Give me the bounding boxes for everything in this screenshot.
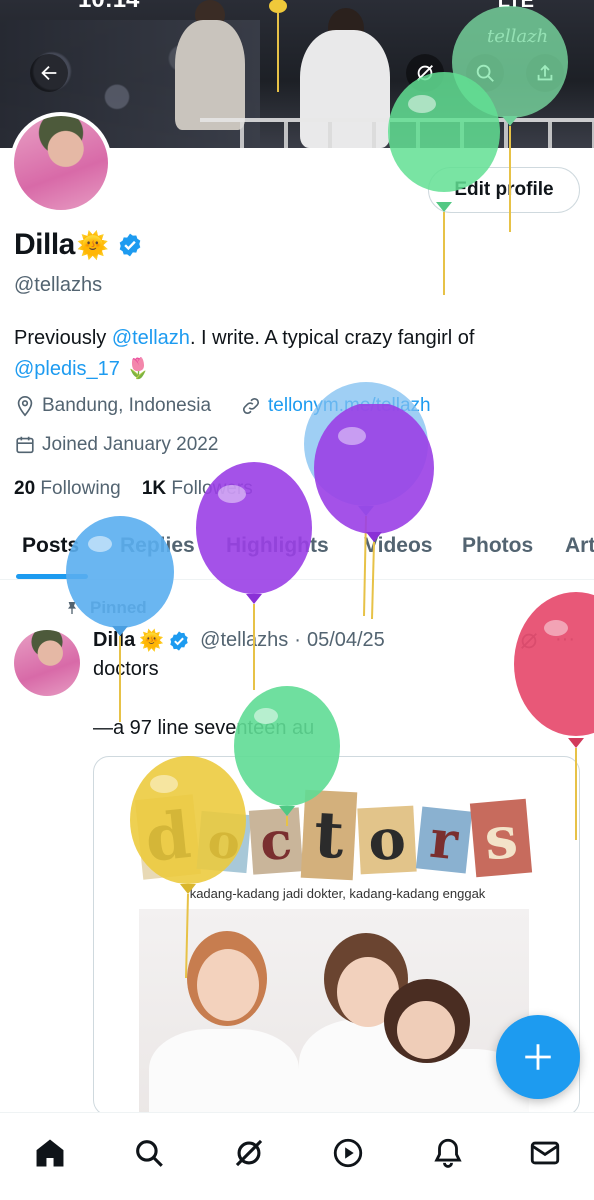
- profile-bio: Previously @tellazh. I write. A typical …: [14, 323, 574, 385]
- grok-icon: [235, 1139, 263, 1167]
- sun-emoji: 🌞: [76, 229, 110, 260]
- bio-text: . I write. A typical crazy fangirl of: [189, 327, 475, 349]
- nav-home[interactable]: [30, 1133, 70, 1173]
- collage-letter: o: [357, 805, 417, 875]
- nav-video[interactable]: [328, 1133, 368, 1173]
- pin-icon: [68, 602, 76, 614]
- notifications-icon: [434, 1138, 462, 1168]
- collage-letter: t: [300, 789, 358, 881]
- grok-button[interactable]: [406, 54, 444, 92]
- share-icon: [537, 64, 553, 81]
- following-label: Following: [40, 478, 121, 499]
- location-text: Bandung, Indonesia: [42, 395, 212, 416]
- post-text: —a 97 line seventeen au: [93, 717, 315, 739]
- followers-label: Followers: [171, 478, 253, 499]
- profile-name-row: Dilla 🌞: [14, 228, 143, 262]
- post-author-emoji: 🌞: [139, 630, 165, 652]
- profile-handle: @tellazhs: [14, 274, 103, 296]
- website-link[interactable]: tellonym.me/tellazh: [268, 395, 431, 417]
- tab-replies[interactable]: Replies: [120, 534, 195, 558]
- location-pin-icon: [17, 396, 33, 417]
- bio-text: Previously: [14, 327, 112, 349]
- post-author-handle: @tellazhs: [200, 629, 289, 651]
- pinned-indicator: Pinned: [64, 598, 147, 618]
- collage-letter: d: [134, 794, 202, 880]
- grok-icon: [417, 65, 433, 81]
- tab-highlights[interactable]: Highlights: [226, 534, 329, 558]
- photo-person-face: [197, 949, 259, 1021]
- profile-joined: Joined January 2022: [14, 434, 218, 456]
- verified-badge-icon[interactable]: [117, 232, 143, 258]
- nav-grok[interactable]: [229, 1133, 269, 1173]
- share-button[interactable]: [526, 54, 564, 92]
- plus-icon: [525, 1044, 551, 1070]
- followers-count: 1K: [141, 478, 167, 499]
- status-network: LTE: [497, 0, 534, 12]
- verified-badge-icon: [170, 630, 188, 651]
- home-icon: [36, 1139, 64, 1167]
- post-avatar[interactable]: [14, 630, 80, 696]
- pinned-label: Pinned: [90, 598, 147, 617]
- banner-person: [175, 20, 245, 130]
- post-author-name[interactable]: Dilla: [93, 629, 135, 652]
- tab-posts[interactable]: Posts: [22, 534, 79, 558]
- post-date[interactable]: 05/04/25: [307, 629, 385, 652]
- collage-letter: c: [248, 807, 304, 875]
- tab-art[interactable]: Art: [565, 534, 594, 558]
- tab-photos[interactable]: Photos: [462, 534, 533, 558]
- nav-notifications[interactable]: [428, 1133, 468, 1173]
- video-icon: [333, 1138, 363, 1168]
- profile-location: Bandung, Indonesia: [14, 395, 211, 417]
- banner-watermark: tellazh: [487, 26, 549, 47]
- messages-icon: [530, 1141, 560, 1165]
- edit-profile-button[interactable]: Edit profile: [428, 167, 580, 213]
- bio-mention-link[interactable]: @tellazh: [112, 327, 190, 349]
- following-count: 20: [14, 478, 36, 499]
- media-photo: [139, 909, 529, 1115]
- post-text: doctors: [93, 658, 159, 680]
- bottom-navigation: [0, 1112, 594, 1200]
- balloon-purple-icon: [314, 404, 434, 620]
- media-tagline: kadang-kadang jadi dokter, kadang-kadang…: [189, 886, 486, 901]
- nav-search[interactable]: [129, 1133, 169, 1173]
- post-header: Dilla 🌞 @tellazhs · 05/04/25: [93, 628, 385, 653]
- arrow-left-icon: [41, 65, 57, 81]
- collage-letter: s: [469, 798, 533, 878]
- follow-stats: 20 Following 1K Followers: [14, 478, 253, 500]
- post-separator: ·: [294, 629, 301, 651]
- status-time: 10:14: [78, 0, 139, 14]
- nav-messages[interactable]: [525, 1133, 565, 1173]
- profile-name: Dilla: [14, 228, 75, 261]
- bio-emoji: 🌷: [125, 358, 151, 380]
- collage-letter: o: [196, 810, 252, 874]
- collage-letter: r: [415, 806, 473, 874]
- banner-rail: [200, 118, 594, 148]
- calendar-icon: [16, 436, 34, 454]
- photo-person-body: [149, 1029, 299, 1115]
- compose-button[interactable]: [496, 1015, 580, 1099]
- following-link[interactable]: 20 Following: [14, 478, 121, 499]
- bio-mention-link[interactable]: @pledis_17: [14, 358, 120, 380]
- media-title-collage: d o c t o r s: [134, 787, 539, 887]
- photo-person-face: [397, 1001, 455, 1059]
- profile-tabs: Posts Replies Highlights Videos Photos A…: [0, 520, 594, 580]
- tab-videos[interactable]: Videos: [364, 534, 432, 558]
- profile-avatar[interactable]: [10, 112, 112, 214]
- search-button[interactable]: [466, 54, 504, 92]
- search-icon: [136, 1140, 163, 1167]
- link-icon: [242, 397, 260, 415]
- joined-text: Joined January 2022: [42, 434, 219, 455]
- followers-link[interactable]: 1K Followers: [142, 478, 253, 499]
- profile-website[interactable]: tellonym.me/tellazh: [240, 395, 431, 417]
- search-icon: [476, 64, 494, 82]
- back-button[interactable]: [30, 54, 68, 92]
- grok-icon[interactable]: [518, 630, 540, 652]
- active-tab-indicator: [16, 574, 88, 579]
- post-more-button[interactable]: ···: [555, 628, 575, 651]
